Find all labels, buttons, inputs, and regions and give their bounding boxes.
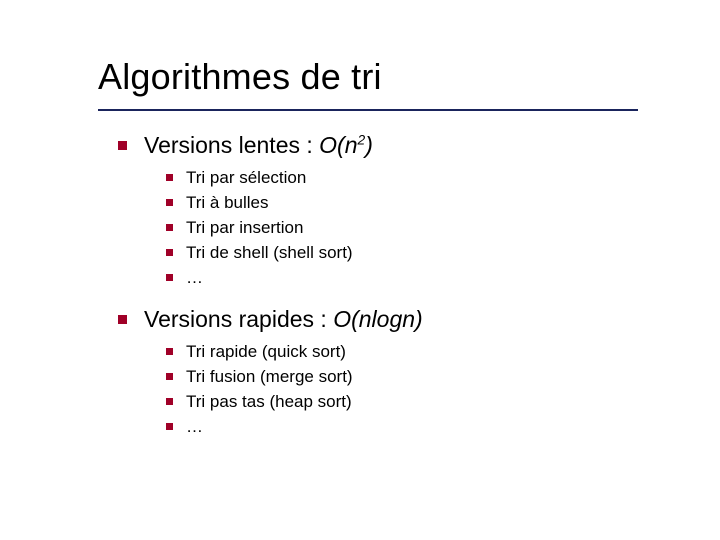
slide: Algorithmes de tri Versions lentes : O(n… — [0, 0, 720, 540]
list-item: Tri rapide (quick sort) — [166, 341, 720, 364]
list-item: Tri de shell (shell sort) — [166, 242, 720, 265]
section-slow: Versions lentes : O(n2) Tri par sélectio… — [118, 130, 720, 290]
complexity-tail: ) — [365, 132, 373, 158]
title-underline — [98, 109, 638, 111]
sub-list: Tri par sélection Tri à bulles Tri par i… — [144, 167, 720, 290]
list-item: … — [166, 416, 720, 439]
list-item: Tri à bulles — [166, 192, 720, 215]
complexity-base: O(nlogn) — [333, 306, 422, 332]
section-label: Versions rapides : — [144, 306, 333, 332]
content-area: Versions lentes : O(n2) Tri par sélectio… — [98, 130, 720, 439]
section-label: Versions lentes : — [144, 132, 319, 158]
list-item: Tri pas tas (heap sort) — [166, 391, 720, 414]
section-fast: Versions rapides : O(nlogn) Tri rapide (… — [118, 304, 720, 439]
list-item: Tri par sélection — [166, 167, 720, 190]
bullet-list-level1: Versions lentes : O(n2) Tri par sélectio… — [98, 130, 720, 439]
slide-title: Algorithmes de tri — [98, 56, 720, 98]
list-item: … — [166, 267, 720, 290]
complexity-base: O(n — [319, 132, 357, 158]
complexity: O(nlogn) — [333, 306, 422, 332]
sub-list: Tri rapide (quick sort) Tri fusion (merg… — [144, 341, 720, 439]
complexity: O(n2) — [319, 132, 373, 158]
list-item: Tri fusion (merge sort) — [166, 366, 720, 389]
list-item: Tri par insertion — [166, 217, 720, 240]
